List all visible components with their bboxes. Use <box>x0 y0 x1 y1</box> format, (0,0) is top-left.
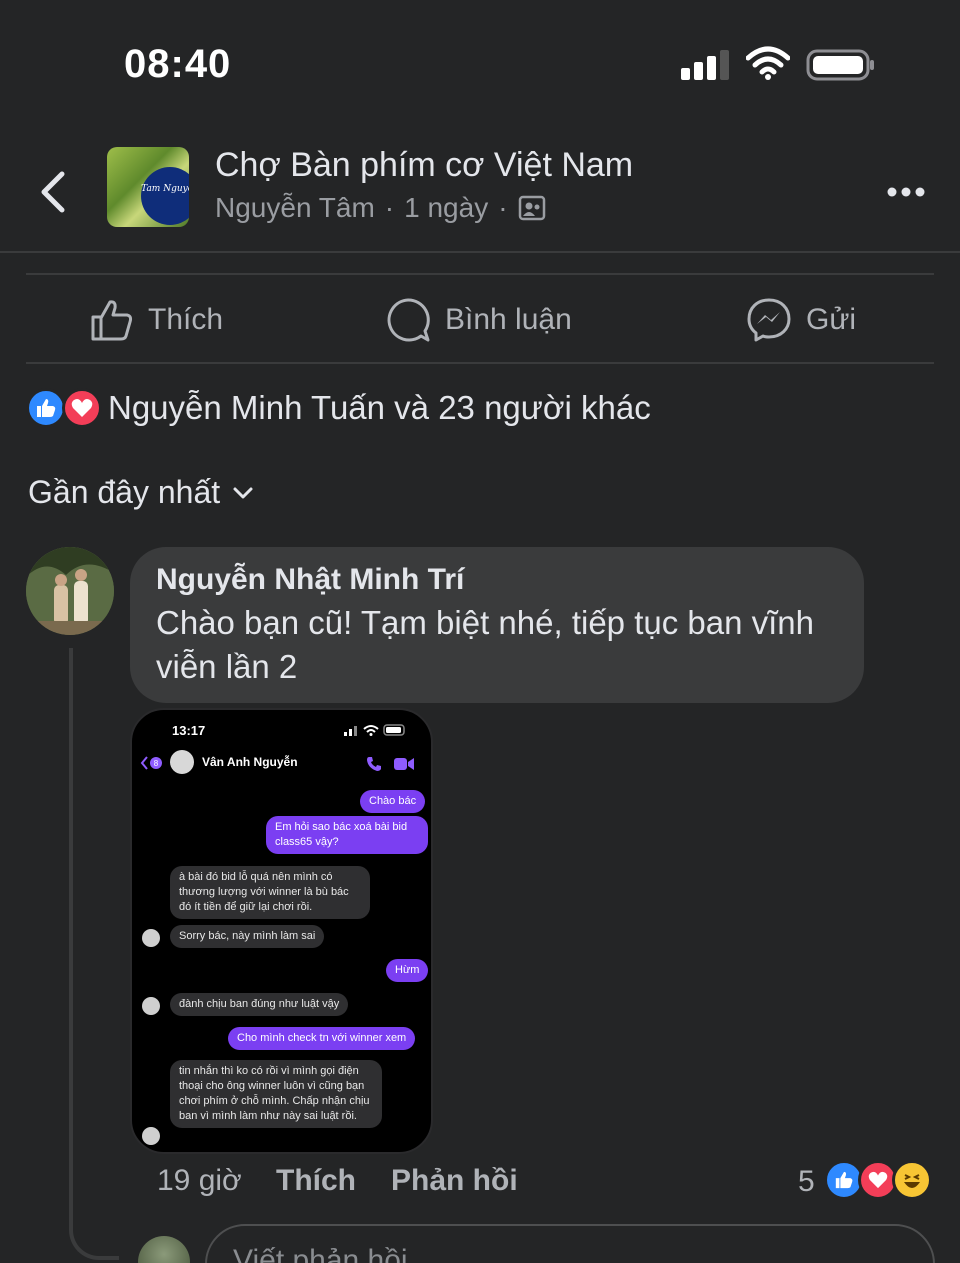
screenshot-message: Em hỏi sao bác xoá bài bid class65 vậy? <box>266 816 428 854</box>
screenshot-message: tin nhắn thì ko có rồi vì mình gọi điện … <box>170 1060 382 1128</box>
send-button[interactable]: Gửi <box>746 294 856 346</box>
thumbs-up-icon <box>91 300 133 341</box>
back-arrow-icon[interactable] <box>34 170 74 214</box>
wifi-icon <box>746 46 790 80</box>
group-avatar-badge: Tam Nguyen <box>141 167 189 225</box>
comment-text: Chào bạn cũ! Tạm biệt nhé, tiếp tục ban … <box>156 604 814 685</box>
comment-reply-button[interactable]: Phản hồi <box>391 1164 518 1198</box>
screenshot-video-icon <box>394 758 414 770</box>
like-reaction-icon <box>26 388 66 428</box>
comment-sort-dropdown[interactable]: Gần đây nhất <box>28 474 254 511</box>
send-label: Gửi <box>806 303 857 336</box>
comment-attached-image[interactable]: 13:17 8 Vân Anh Nguyễn Chào bác Em hỏi s… <box>130 708 433 1154</box>
screenshot-time: 13:17 <box>172 723 206 738</box>
comment-like-button[interactable]: Thích <box>276 1164 356 1198</box>
post-meta: Nguyễn Tâm · 1 ngày · <box>215 192 546 224</box>
meta-separator: · <box>498 192 508 223</box>
reactions-summary-text: Nguyễn Minh Tuấn và 23 người khác <box>108 389 651 426</box>
status-time: 08:40 <box>124 42 232 86</box>
screenshot-message: Hừm <box>386 959 429 982</box>
screenshot-message: Chào bác <box>360 790 426 813</box>
screenshot-message: Cho mình check tn với winner xem <box>228 1027 416 1050</box>
comment-author[interactable]: Nguyễn Nhật Minh Trí <box>156 563 838 597</box>
group-name[interactable]: Chợ Bàn phím cơ Việt Nam <box>215 146 633 185</box>
battery-icon <box>806 49 874 81</box>
group-avatar[interactable]: Tam Nguyen <box>107 147 189 227</box>
action-divider-top <box>26 273 934 275</box>
members-privacy-icon <box>518 195 545 221</box>
current-user-avatar <box>138 1236 190 1263</box>
screenshot-message: à bài đó bid lỗ quá nên mình có thương l… <box>170 866 370 919</box>
thread-connector <box>69 1200 119 1260</box>
cellular-signal-icon <box>681 48 731 80</box>
chevron-down-icon <box>233 487 253 498</box>
post-age: 1 ngày <box>404 192 489 223</box>
meta-separator: · <box>384 192 395 223</box>
screenshot-contact-avatar <box>170 750 194 774</box>
comment-bubble[interactable]: Nguyễn Nhật Minh Trí Chào bạn cũ! Tạm bi… <box>130 547 864 703</box>
post-author[interactable]: Nguyễn Tâm <box>215 192 375 224</box>
comment-time: 19 giờ <box>157 1164 242 1197</box>
comment-bubble-icon <box>387 298 430 342</box>
screenshot-phone-icon <box>367 757 381 771</box>
commenter-avatar[interactable] <box>26 547 114 635</box>
screenshot-contact-name: Vân Anh Nguyễn <box>202 755 298 769</box>
screenshot-status-icons <box>344 724 405 736</box>
like-button[interactable]: Thích <box>90 294 223 346</box>
action-divider-bottom <box>26 362 934 364</box>
screenshot-message: Sorry bác, này mình làm sai <box>170 925 325 948</box>
sort-label: Gần đây nhất <box>28 474 221 510</box>
comment-reaction-count[interactable]: 5 <box>798 1165 815 1199</box>
header-divider <box>0 251 960 253</box>
like-label: Thích <box>148 303 224 336</box>
comment-reactions[interactable] <box>824 1160 932 1200</box>
comment-label: Bình luận <box>445 303 572 336</box>
messenger-icon <box>747 298 791 342</box>
screenshot-message: đành chịu ban đúng như luật vậy <box>170 993 349 1016</box>
screenshot-back-count: 8 <box>154 759 159 768</box>
haha-reaction-icon <box>892 1160 932 1200</box>
screenshot-sender-avatar <box>142 997 160 1015</box>
screenshot-back-icon: 8 <box>140 756 162 770</box>
screenshot-sender-avatar <box>142 929 160 947</box>
love-reaction-icon <box>62 388 102 428</box>
reply-input[interactable]: Viết phản hồi... <box>205 1224 935 1263</box>
screenshot-sender-avatar <box>142 1127 160 1145</box>
reactions-summary[interactable]: Nguyễn Minh Tuấn và 23 người khác <box>26 388 651 428</box>
more-options-icon[interactable] <box>886 184 926 200</box>
comment-button[interactable]: Bình luận <box>385 294 572 346</box>
thread-line <box>69 648 73 1208</box>
